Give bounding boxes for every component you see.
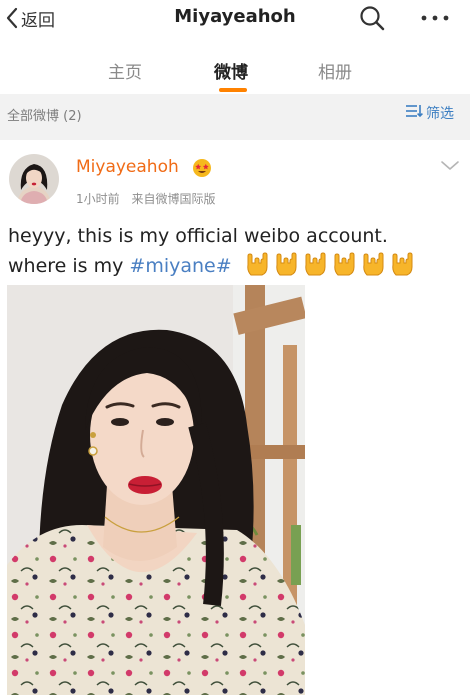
post-meta: 1小时前 来自微博国际版 xyxy=(76,190,223,207)
filter-button[interactable]: 筛选 xyxy=(405,103,454,123)
hashtag-link[interactable]: #miyane# xyxy=(129,255,231,277)
profile-tabs: 主页 微博 相册 xyxy=(0,44,470,94)
filter-label: 筛选 xyxy=(426,106,454,122)
tab-album[interactable]: 相册 xyxy=(318,58,352,83)
tab-weibo[interactable]: 微博 xyxy=(214,58,248,83)
post-card: Miyayeahoh 1小时前 来自微博国际版 heyyy, this is m… xyxy=(0,140,470,695)
avatar[interactable] xyxy=(9,154,59,204)
post-text: heyyy, this is my official weibo account… xyxy=(8,222,463,286)
expand-chevron-icon xyxy=(438,161,462,180)
rock-hand-icon xyxy=(360,251,386,286)
post-source: 来自微博国际版 xyxy=(131,192,216,206)
star-eyes-icon xyxy=(192,158,212,178)
top-nav-bar: 返回 Miyayeahoh xyxy=(0,0,470,38)
post-photo[interactable] xyxy=(7,285,305,695)
back-label: 返回 xyxy=(21,10,55,31)
filter-icon xyxy=(405,103,423,123)
back-button[interactable]: 返回 xyxy=(6,4,55,32)
more-icon xyxy=(418,15,452,37)
rock-hand-icon xyxy=(389,251,415,286)
post-count-label: 全部微博 (2) xyxy=(7,109,82,124)
chevron-left-icon xyxy=(6,7,18,29)
search-icon xyxy=(357,6,387,37)
post-text-prefix: where is my xyxy=(8,255,130,277)
post-text-line2: where is my #miyane# xyxy=(8,251,463,286)
rock-hand-icon xyxy=(244,251,270,286)
rock-hand-icon xyxy=(302,251,328,286)
post-options-button[interactable] xyxy=(438,156,462,176)
more-button[interactable] xyxy=(418,3,452,33)
post-time: 1小时前 xyxy=(76,192,120,206)
page-title: Miyayeahoh xyxy=(174,6,296,27)
post-username[interactable]: Miyayeahoh xyxy=(76,157,179,177)
filter-bar: 全部微博 (2) 筛选 xyxy=(0,94,470,132)
active-tab-indicator xyxy=(219,88,247,92)
divider xyxy=(0,132,470,140)
rock-hand-icon xyxy=(273,251,299,286)
search-button[interactable] xyxy=(357,3,387,33)
tab-home[interactable]: 主页 xyxy=(108,58,142,83)
rock-hand-icon xyxy=(331,251,357,286)
post-text-line1: heyyy, this is my official weibo account… xyxy=(8,225,388,247)
emoji-row xyxy=(244,251,415,286)
